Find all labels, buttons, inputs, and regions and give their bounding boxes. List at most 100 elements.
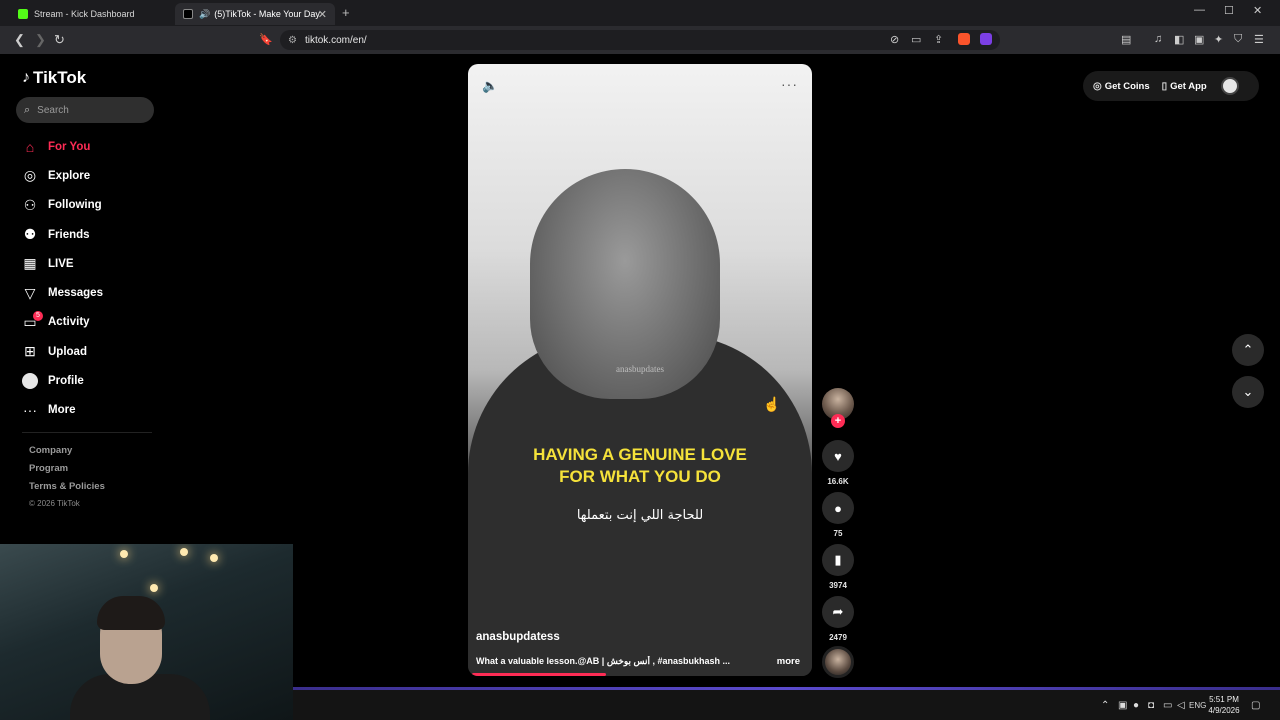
sidebar-item-label: Activity bbox=[48, 316, 90, 329]
music-disc[interactable] bbox=[822, 646, 854, 678]
forward-button[interactable]: ❯ bbox=[35, 32, 46, 48]
topright-actions: ◎ Get Coins ▯ Get App bbox=[1083, 71, 1259, 101]
comment-button[interactable]: ● bbox=[822, 492, 854, 524]
sidebar-item-more[interactable]: ··· More bbox=[20, 396, 103, 425]
close-window-button[interactable]: ✕ bbox=[1253, 4, 1262, 17]
get-app-button[interactable]: ▯ Get App bbox=[1162, 81, 1207, 92]
share-button[interactable]: ➦ bbox=[822, 596, 854, 628]
string-light bbox=[150, 584, 158, 592]
microphone-icon[interactable]: ● bbox=[1133, 700, 1139, 711]
reload-button[interactable]: ↻ bbox=[54, 32, 65, 48]
sidebar-toggle-icon[interactable]: ▤ bbox=[1121, 33, 1131, 46]
maximize-button[interactable]: ☐ bbox=[1224, 4, 1234, 17]
browser-tab-bar: Stream - Kick Dashboard 🔊 (5)TikTok - Ma… bbox=[0, 0, 1280, 26]
like-button[interactable]: ♥ bbox=[822, 440, 854, 472]
footer-program-link[interactable]: Program bbox=[29, 463, 105, 481]
sidebar-item-upload[interactable]: ⊞ Upload bbox=[20, 337, 103, 366]
brand-name: TikTok bbox=[33, 68, 87, 87]
string-light bbox=[180, 548, 188, 556]
clock-time: 5:51 PM bbox=[1209, 695, 1239, 704]
tray-overflow-icon[interactable]: ⌃ bbox=[1101, 700, 1109, 711]
activity-badge: 5 bbox=[33, 310, 43, 321]
tiktok-logo[interactable]: ♪ TikTok bbox=[22, 68, 86, 88]
site-info-icon[interactable]: ⚙ bbox=[288, 35, 297, 46]
brave-shields-icon[interactable] bbox=[958, 33, 970, 45]
compass-icon: ◎ bbox=[23, 167, 37, 184]
brave-rewards-icon[interactable] bbox=[980, 33, 992, 45]
taskbar-clock[interactable]: 5:51 PM 4/9/2026 bbox=[1206, 694, 1242, 716]
sidebar-item-activity[interactable]: ▭ 5 Activity bbox=[20, 308, 103, 337]
kick-icon bbox=[18, 9, 28, 19]
webcam-overlay bbox=[0, 544, 293, 720]
following-icon: ⚇ bbox=[23, 196, 37, 213]
tab-tiktok[interactable]: 🔊 (5)TikTok - Make Your Day ✕ bbox=[175, 3, 335, 25]
get-coins-label: Get Coins bbox=[1104, 80, 1150, 92]
close-tab-icon[interactable]: ✕ bbox=[318, 8, 327, 21]
network-icon[interactable]: ▭ bbox=[1163, 700, 1172, 711]
clock-date: 4/9/2026 bbox=[1208, 706, 1240, 715]
sidebar-item-label: Messages bbox=[48, 287, 103, 300]
sidebar-item-following[interactable]: ⚇ Following bbox=[20, 191, 103, 220]
more-button[interactable]: more bbox=[777, 656, 800, 667]
menu-icon[interactable]: ☰ bbox=[1254, 33, 1264, 46]
new-tab-button[interactable]: + bbox=[342, 5, 350, 20]
back-button[interactable]: ❮ bbox=[14, 32, 25, 48]
live-icon: ▦ bbox=[23, 255, 37, 272]
speaker-icon[interactable]: ◁ bbox=[1177, 700, 1185, 711]
sidebar-item-for-you[interactable]: ⌂ For You bbox=[20, 132, 103, 161]
video-options-icon[interactable]: ··· bbox=[781, 76, 798, 92]
sidebar-item-live[interactable]: ▦ LIVE bbox=[20, 249, 103, 278]
sidebar-item-friends[interactable]: ⚉ Friends bbox=[20, 220, 103, 249]
save-count: 3974 bbox=[829, 581, 847, 590]
profile-avatar bbox=[22, 373, 38, 390]
sidebar-nav: ⌂ For You ◎ Explore ⚇ Following ⚉ Friend… bbox=[20, 132, 103, 425]
no-translate-icon[interactable]: ⊘ bbox=[890, 33, 899, 46]
sidebar-item-explore[interactable]: ◎ Explore bbox=[20, 161, 103, 190]
user-avatar[interactable] bbox=[1220, 77, 1239, 95]
side-panel-icon[interactable]: ◧ bbox=[1174, 33, 1184, 46]
get-coins-button[interactable]: ◎ Get Coins bbox=[1093, 81, 1150, 92]
previous-video-button[interactable]: ⌃ bbox=[1232, 334, 1264, 366]
address-bar-row: ❮ ❯ ↻ 🔖 ⚙ tiktok.com/en/ ⊘ ▭ ⇪ ▤ ♫ ◧ ▣ ✦… bbox=[0, 26, 1280, 54]
caption-line-2: FOR WHAT YOU DO bbox=[559, 467, 721, 486]
save-button[interactable]: ▮ bbox=[822, 544, 854, 576]
media-icon[interactable]: ♫ bbox=[1154, 33, 1162, 45]
bookmark-icon[interactable]: 🔖 bbox=[259, 33, 273, 46]
share-arrow-icon: ➦ bbox=[832, 604, 844, 619]
comment-count: 75 bbox=[833, 529, 843, 538]
next-video-button[interactable]: ⌄ bbox=[1232, 376, 1264, 408]
phone-icon: ▯ bbox=[1161, 80, 1168, 92]
sidebar-item-messages[interactable]: ▽ Messages bbox=[20, 278, 103, 307]
get-app-label: Get App bbox=[1170, 80, 1207, 92]
sidebar-item-label: Explore bbox=[48, 169, 91, 182]
tray-device-icon[interactable]: ◘ bbox=[1148, 700, 1154, 711]
footer-company-link[interactable]: Company bbox=[29, 445, 105, 463]
home-icon: ⌂ bbox=[25, 138, 35, 155]
tray-app-icon[interactable]: ▣ bbox=[1118, 700, 1127, 711]
follow-button[interactable]: + bbox=[831, 414, 845, 428]
search-input[interactable] bbox=[37, 104, 138, 116]
minimize-button[interactable]: — bbox=[1194, 4, 1205, 16]
sidebar-item-profile[interactable]: Profile bbox=[20, 366, 103, 395]
mouse-cursor-icon: ☝ bbox=[763, 396, 781, 412]
footer-terms-link[interactable]: Terms & Policies bbox=[29, 481, 105, 499]
upload-icon: ⊞ bbox=[24, 343, 36, 360]
comment-icon: ● bbox=[834, 500, 842, 516]
tab-kick-dashboard[interactable]: Stream - Kick Dashboard bbox=[10, 3, 170, 25]
volume-icon[interactable]: 🔈 bbox=[482, 78, 498, 94]
tiktok-note-icon: ♪ bbox=[22, 69, 30, 86]
vpn-icon[interactable]: ⛉ bbox=[1234, 33, 1242, 46]
wallet-icon[interactable]: ▣ bbox=[1194, 33, 1204, 46]
notifications-icon[interactable]: ▢ bbox=[1251, 700, 1260, 711]
language-indicator[interactable]: ENG bbox=[1189, 701, 1206, 710]
video-progress-bar[interactable] bbox=[472, 673, 606, 676]
leo-ai-icon[interactable]: ✦ bbox=[1214, 33, 1223, 46]
streamer-headphones bbox=[97, 596, 165, 630]
video-player[interactable]: anasbupdates HAVING A GENUINE LOVE FOR W… bbox=[468, 64, 812, 676]
search-box[interactable]: ⌕ bbox=[16, 97, 154, 123]
cast-icon[interactable]: ▭ bbox=[911, 33, 921, 46]
share-icon[interactable]: ⇪ bbox=[934, 33, 943, 46]
sidebar-item-label: Profile bbox=[48, 375, 84, 388]
string-light bbox=[120, 550, 128, 558]
video-author[interactable]: anasbupdatess bbox=[476, 631, 560, 643]
